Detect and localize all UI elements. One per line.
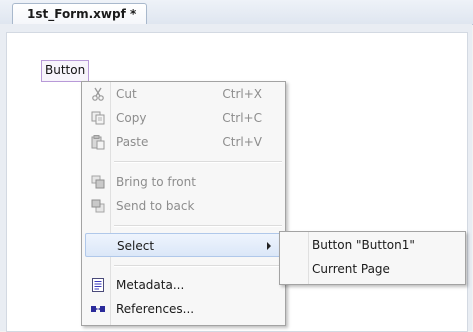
- menu-item-label: Paste: [116, 135, 149, 149]
- menu-item-label: Metadata...: [116, 278, 185, 292]
- menu-item-copy[interactable]: Copy Ctrl+C: [85, 106, 282, 130]
- menu-item-cut[interactable]: Cut Ctrl+X: [85, 82, 282, 106]
- menu-separator: [114, 265, 282, 267]
- menu-item-label: Cut: [116, 87, 137, 101]
- copy-icon: [91, 111, 105, 125]
- menu-item-send-to-back[interactable]: Send to back: [85, 194, 282, 218]
- menu-item-metadata[interactable]: Metadata...: [85, 273, 282, 297]
- menu-item-shortcut: Ctrl+C: [222, 111, 262, 125]
- submenu-item-button1[interactable]: Button "Button1": [283, 234, 462, 257]
- menu-item-select[interactable]: Select: [85, 233, 282, 257]
- select-submenu: Button "Button1" Current Page: [279, 231, 466, 285]
- menu-item-label: Select: [117, 239, 155, 253]
- menu-item-label: Send to back: [116, 199, 195, 213]
- context-menu: Cut Ctrl+X Copy Ctrl+C Paste Ctrl+V Brin…: [81, 81, 286, 326]
- bring-to-front-icon: [91, 175, 105, 189]
- menu-item-label: Bring to front: [116, 175, 196, 189]
- document-tab[interactable]: 1st_Form.xwpf *: [12, 3, 148, 25]
- menu-item-shortcut: Ctrl+X: [222, 87, 262, 101]
- menu-separator: [114, 225, 282, 227]
- scissors-icon: [92, 87, 104, 101]
- menu-item-bring-to-front[interactable]: Bring to front: [85, 170, 282, 194]
- submenu-item-label: Button "Button1": [312, 238, 415, 252]
- send-to-back-icon: [91, 199, 105, 213]
- document-tab-strip: 1st_Form.xwpf *: [0, 0, 473, 25]
- metadata-icon: [92, 278, 104, 292]
- menu-separator: [114, 161, 282, 163]
- menu-item-paste[interactable]: Paste Ctrl+V: [85, 130, 282, 154]
- submenu-arrow-icon: [267, 242, 271, 250]
- menu-item-label: Copy: [116, 111, 147, 125]
- menu-item-shortcut: Ctrl+V: [222, 135, 262, 149]
- submenu-item-label: Current Page: [312, 262, 390, 276]
- design-surface-button[interactable]: Button: [41, 60, 90, 82]
- document-tab-title: 1st_Form.xwpf *: [27, 7, 137, 21]
- paste-icon: [91, 135, 105, 150]
- menu-item-label: References...: [116, 302, 195, 316]
- references-icon: [91, 306, 105, 312]
- menu-item-references[interactable]: References...: [85, 297, 282, 321]
- submenu-item-current-page[interactable]: Current Page: [283, 258, 462, 281]
